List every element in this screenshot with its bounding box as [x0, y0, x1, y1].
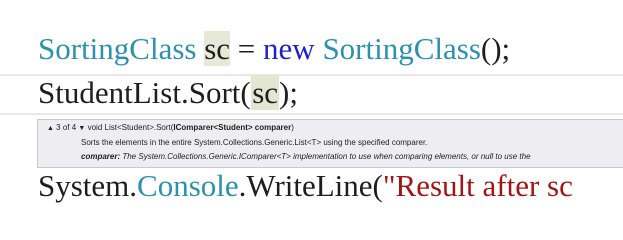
code-line-2[interactable]: StudentList.Sort(sc);: [38, 74, 298, 112]
line-end: );: [279, 75, 298, 110]
type-console: Console: [137, 168, 239, 203]
overload-up-arrow-icon[interactable]: ▲: [47, 125, 54, 132]
method-writeline: .WriteLine(: [238, 168, 383, 203]
parameter-text: The System.Collections.Generic.IComparer…: [120, 152, 531, 161]
signature-suffix: ): [291, 123, 294, 132]
argument-sc: sc: [251, 75, 280, 110]
type-sortingclass: SortingClass: [38, 31, 197, 66]
parameter-name: comparer:: [81, 152, 121, 161]
overload-down-arrow-icon[interactable]: ▼: [78, 125, 85, 132]
current-line-border-bottom: [0, 113, 623, 115]
parameter-description: comparer: The System.Collections.Generic…: [81, 152, 531, 162]
code-line-3[interactable]: System.Console.WriteLine("Result after s…: [38, 167, 573, 205]
signature-row: ▲ 3 of 4 ▼ void List<Student>.Sort(IComp…: [47, 123, 294, 134]
string-literal: "Result after sc: [382, 168, 573, 203]
line-end: ();: [480, 31, 511, 66]
overload-counter: 3 of 4: [56, 123, 77, 132]
method-description: Sorts the elements in the entire System.…: [81, 138, 428, 147]
code-line-1[interactable]: SortingClass sc = new SortingClass();: [38, 30, 510, 68]
method-call: StudentList.Sort(: [38, 75, 251, 110]
current-parameter: IComparer<Student> comparer: [173, 123, 292, 132]
parameter-info-tooltip: ▲ 3 of 4 ▼ void List<Student>.Sort(IComp…: [37, 119, 623, 168]
assign-operator: =: [230, 31, 264, 66]
keyword-new: new: [263, 31, 315, 66]
namespace-system: System.: [38, 168, 138, 203]
signature-prefix: void List<Student>.Sort(: [87, 123, 174, 132]
variable-sc: sc: [204, 31, 231, 66]
type-sortingclass-ctor: SortingClass: [322, 31, 481, 66]
